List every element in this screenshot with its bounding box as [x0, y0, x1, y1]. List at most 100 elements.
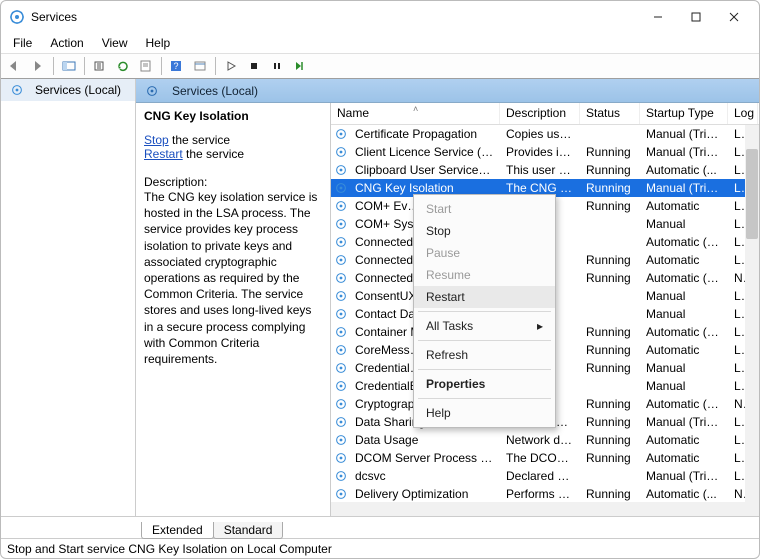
service-description: The CNG ke...: [500, 181, 580, 195]
gear-icon: [333, 180, 349, 196]
ctx-start: Start: [414, 198, 555, 220]
refresh-button[interactable]: [113, 56, 133, 76]
pause-service-button[interactable]: [267, 56, 287, 76]
gear-icon: [333, 270, 349, 286]
service-status: Running: [580, 145, 640, 159]
description-text: The CNG key isolation service is hosted …: [144, 189, 322, 367]
vertical-scrollbar[interactable]: [745, 125, 759, 516]
service-name: DCOM Server Process Laun...: [349, 451, 500, 465]
service-startup: Automatic: [640, 433, 728, 447]
service-row[interactable]: dcsvcDeclared Co...Manual (Trig...Loc: [331, 467, 759, 485]
service-status: Running: [580, 199, 640, 213]
service-row[interactable]: Client Licence Service (Clip...Provides …: [331, 143, 759, 161]
service-row[interactable]: Clipboard User Service_eb9...This user s…: [331, 161, 759, 179]
body: Services (Local) Services (Local) CNG Ke…: [1, 79, 759, 516]
horizontal-scrollbar[interactable]: [331, 502, 745, 516]
svg-text:?: ?: [173, 61, 178, 71]
start-service-button[interactable]: [221, 56, 241, 76]
description-pane: CNG Key Isolation Stop the service Resta…: [136, 103, 331, 516]
menu-help[interactable]: Help: [138, 35, 179, 51]
submenu-arrow-icon: ▸: [537, 319, 543, 333]
restart-service-button[interactable]: [290, 56, 310, 76]
tree-root-label: Services (Local): [35, 83, 121, 97]
service-description: Provides inf...: [500, 145, 580, 159]
forward-button[interactable]: [28, 56, 48, 76]
show-hide-tree-button[interactable]: [59, 56, 79, 76]
ctx-help[interactable]: Help: [414, 402, 555, 424]
tab-extended[interactable]: Extended: [141, 522, 214, 539]
tab-standard[interactable]: Standard: [213, 522, 284, 539]
service-startup: Automatic (...: [640, 487, 728, 501]
menu-action[interactable]: Action: [42, 35, 91, 51]
maximize-button[interactable]: [677, 3, 715, 31]
pane-header-label: Services (Local): [172, 84, 258, 98]
sort-asc-icon: ˄: [413, 104, 418, 114]
col-startup[interactable]: Startup Type: [640, 103, 728, 124]
ctx-stop[interactable]: Stop: [414, 220, 555, 242]
service-startup: Manual: [640, 361, 728, 375]
service-startup: Automatic (...: [640, 163, 728, 177]
service-startup: Automatic (T...: [640, 397, 728, 411]
service-startup: Automatic: [640, 451, 728, 465]
service-startup: Manual: [640, 217, 728, 231]
gear-icon: [333, 198, 349, 214]
restart-service-link[interactable]: Restart: [144, 147, 183, 161]
gear-icon: [144, 83, 160, 99]
tree-root-services-local[interactable]: Services (Local): [1, 79, 135, 101]
stop-service-link[interactable]: Stop: [144, 133, 169, 147]
stop-service-button[interactable]: [244, 56, 264, 76]
service-status: Running: [580, 433, 640, 447]
service-status: Running: [580, 163, 640, 177]
menu-file[interactable]: File: [5, 35, 40, 51]
description-label: Description:: [144, 175, 322, 189]
help-button[interactable]: ?: [167, 56, 187, 76]
back-button[interactable]: [5, 56, 25, 76]
service-name: CNG Key Isolation: [349, 181, 500, 195]
window-buttons: [639, 3, 753, 31]
service-row[interactable]: Delivery OptimizationPerforms co...Runni…: [331, 485, 759, 503]
ctx-all-tasks[interactable]: All Tasks ▸: [414, 315, 555, 337]
selected-service-title: CNG Key Isolation: [144, 109, 249, 123]
gear-icon: [333, 324, 349, 340]
service-name: Data Usage: [349, 433, 500, 447]
export-button[interactable]: [90, 56, 110, 76]
gear-icon: [333, 126, 349, 142]
service-name: Delivery Optimization: [349, 487, 500, 501]
service-row[interactable]: Certificate PropagationCopies user ...Ma…: [331, 125, 759, 143]
ctx-refresh[interactable]: Refresh: [414, 344, 555, 366]
col-logon[interactable]: Log: [728, 103, 758, 124]
gear-icon: [333, 162, 349, 178]
window-title: Services: [31, 10, 639, 24]
service-status: Running: [580, 271, 640, 285]
gear-icon: [333, 216, 349, 232]
ctx-properties[interactable]: Properties: [414, 373, 555, 395]
col-status[interactable]: Status: [580, 103, 640, 124]
gear-icon: [333, 450, 349, 466]
service-status: Running: [580, 361, 640, 375]
menu-view[interactable]: View: [94, 35, 136, 51]
ctx-properties-label: Properties: [426, 377, 485, 391]
service-startup: Manual (Trig...: [640, 145, 728, 159]
col-description[interactable]: Description: [500, 103, 580, 124]
minimize-button[interactable]: [639, 3, 677, 31]
ctx-restart[interactable]: Restart: [414, 286, 555, 308]
view-tabs: Extended Standard: [1, 516, 759, 538]
scroll-thumb[interactable]: [746, 149, 758, 239]
gear-icon: [333, 432, 349, 448]
gear-icon: [333, 234, 349, 250]
toolbar-separator: [84, 57, 85, 75]
statusbar: Stop and Start service CNG Key Isolation…: [1, 538, 759, 558]
restart-suffix: the service: [183, 147, 244, 161]
gear-icon: [333, 360, 349, 376]
service-startup: Automatic: [640, 253, 728, 267]
properties-button[interactable]: [136, 56, 156, 76]
gear-icon: [333, 288, 349, 304]
service-name: Client Licence Service (Clip...: [349, 145, 500, 159]
ctx-all-tasks-label: All Tasks: [426, 319, 473, 333]
service-row[interactable]: DCOM Server Process Laun...The DCOML...R…: [331, 449, 759, 467]
manage-columns-button[interactable]: [190, 56, 210, 76]
service-row[interactable]: Data UsageNetwork da...RunningAutomaticL…: [331, 431, 759, 449]
ctx-separator: [418, 398, 551, 399]
service-status: Running: [580, 181, 640, 195]
close-button[interactable]: [715, 3, 753, 31]
